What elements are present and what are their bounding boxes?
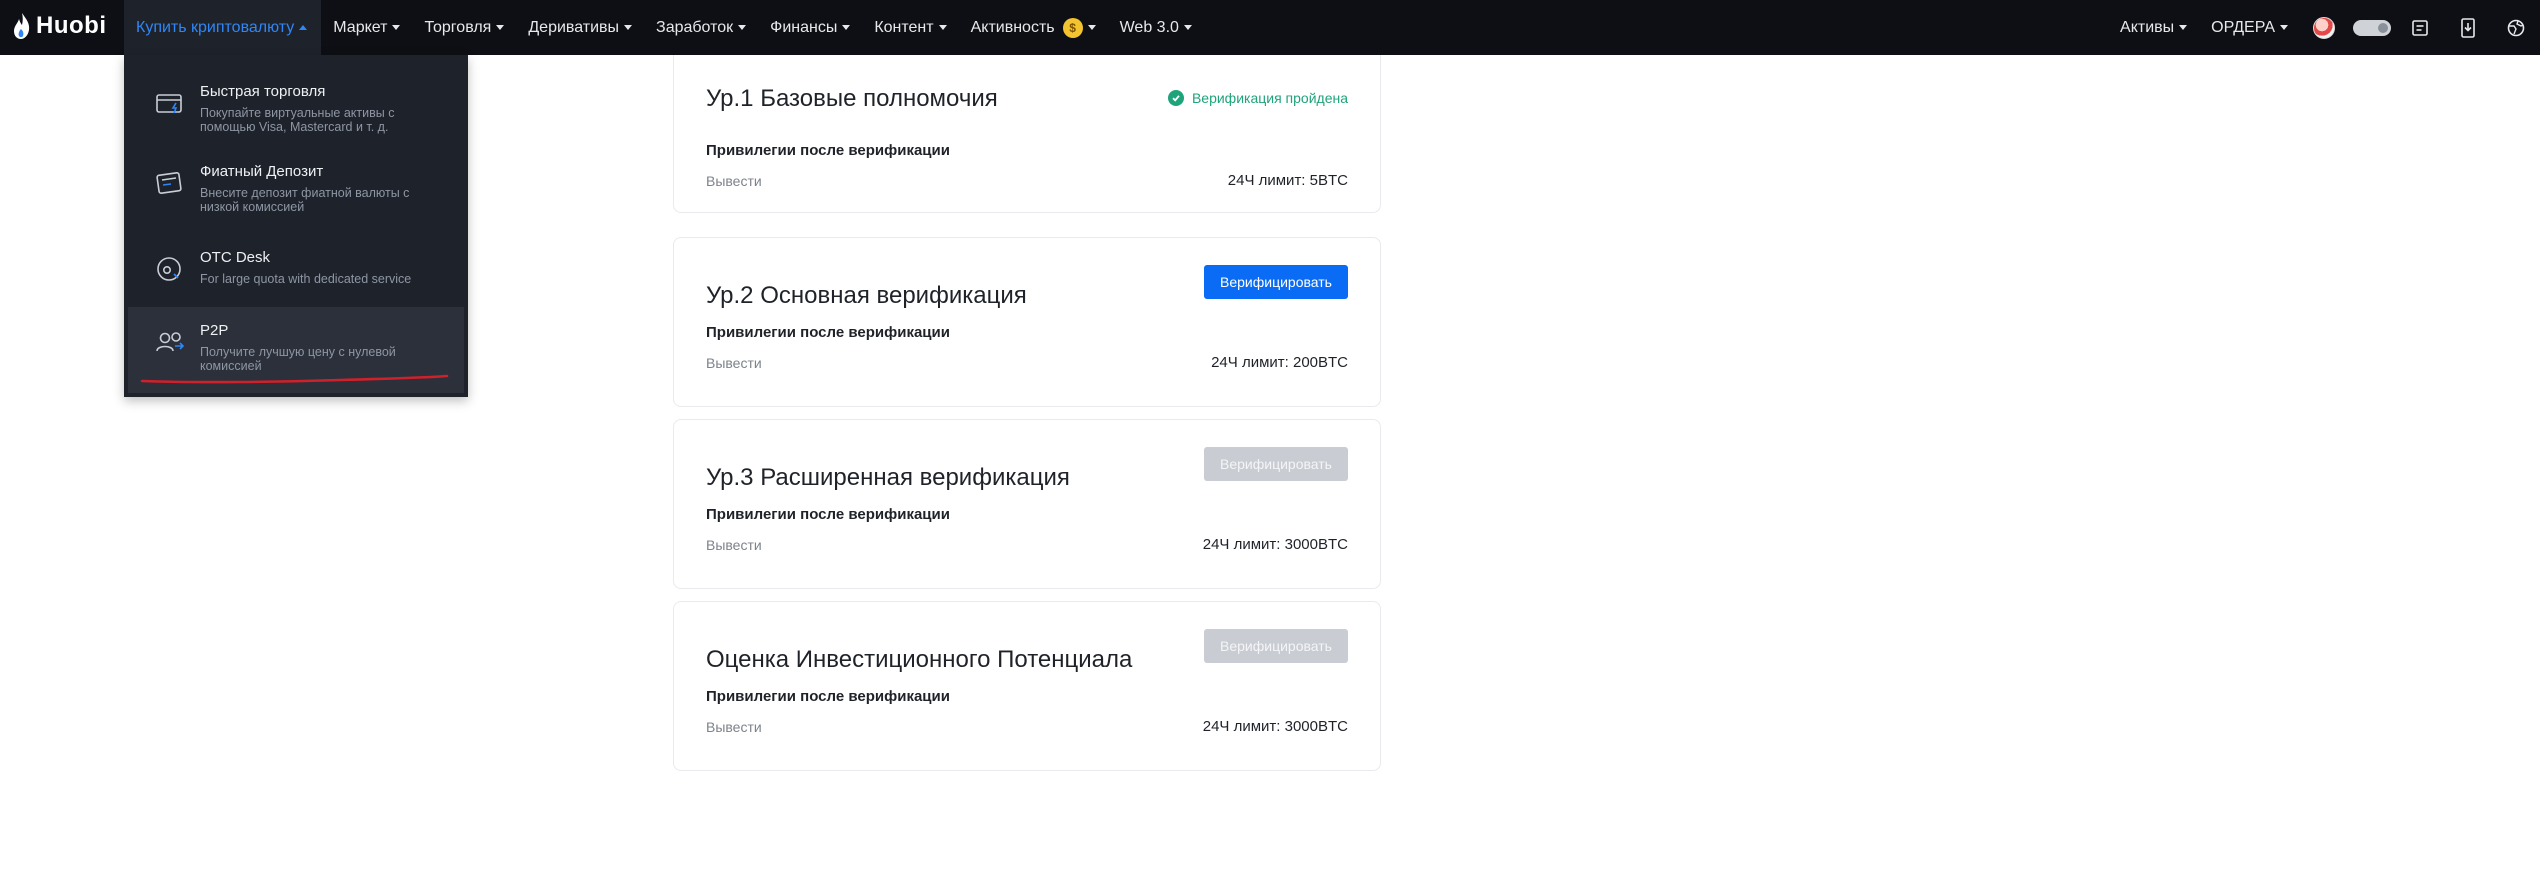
brand-name: Huobi bbox=[36, 12, 107, 39]
menu-label: Купить криптовалюту bbox=[136, 18, 295, 36]
menu-trade[interactable]: Торговля bbox=[412, 0, 516, 55]
language-button[interactable] bbox=[2492, 0, 2540, 55]
card-title: Ур.1 Базовые полномочия bbox=[706, 85, 998, 112]
dropdown-item-desc: Внесите депозит фиатной валюты с низкой … bbox=[200, 186, 410, 214]
card-subtitle: Привилегии после верификации bbox=[706, 142, 950, 159]
verification-card-level-3: Ур.3 Расширенная верификация Верифициров… bbox=[673, 419, 1381, 589]
verification-status: Верификация пройдена bbox=[1167, 90, 1348, 106]
menu-label: Маркет bbox=[333, 18, 388, 36]
chevron-down-icon bbox=[938, 25, 947, 30]
chevron-down-icon bbox=[2179, 25, 2188, 30]
notifications-button[interactable] bbox=[2396, 0, 2444, 55]
chevron-up-icon bbox=[299, 25, 308, 30]
menu-finance[interactable]: Финансы bbox=[758, 0, 862, 55]
limit-value: 24Ч лимит: 3000BTC bbox=[1202, 718, 1348, 735]
red-underline-annotation bbox=[140, 374, 449, 384]
menu-label: Web 3.0 bbox=[1119, 18, 1179, 36]
dropdown-item-quick-trade[interactable]: Быстрая торговля Покупайте виртуальные а… bbox=[124, 83, 468, 134]
huobi-logo[interactable]: Huobi bbox=[12, 11, 106, 41]
check-circle-icon bbox=[1167, 90, 1184, 106]
user-avatar[interactable] bbox=[2300, 0, 2348, 55]
toggle-icon bbox=[2353, 19, 2391, 36]
limit-value: 24Ч лимит: 3000BTC bbox=[1202, 536, 1348, 553]
menu-market[interactable]: Маркет bbox=[321, 0, 412, 55]
dropdown-item-title: P2P bbox=[200, 322, 229, 339]
chevron-down-icon bbox=[1183, 25, 1192, 30]
chevron-down-icon bbox=[1087, 25, 1096, 30]
chevron-down-icon bbox=[738, 25, 747, 30]
card-subtitle: Привилегии после верификации bbox=[706, 324, 950, 341]
verification-card-level-2: Ур.2 Основная верификация Верифицировать… bbox=[673, 237, 1381, 407]
top-navigation: Huobi Купить криптовалюту Маркет Торговл… bbox=[0, 0, 2540, 55]
chevron-down-icon bbox=[2280, 25, 2288, 30]
message-icon bbox=[2412, 19, 2428, 36]
card-lightning-icon bbox=[156, 94, 182, 114]
dropdown-item-title: Фиатный Депозит bbox=[200, 163, 324, 180]
withdraw-label: Вывести bbox=[706, 719, 762, 735]
theme-toggle[interactable] bbox=[2348, 0, 2396, 55]
menu-earn[interactable]: Заработок bbox=[644, 0, 758, 55]
verify-button-disabled[interactable]: Верифицировать bbox=[1204, 447, 1348, 481]
mobile-download-icon bbox=[2461, 17, 2475, 38]
verification-card-level-1: Ур.1 Базовые полномочия Верификация прой… bbox=[673, 55, 1381, 213]
buy-crypto-dropdown: Быстрая торговля Покупайте виртуальные а… bbox=[124, 55, 468, 397]
dropdown-item-title: Быстрая торговля bbox=[200, 83, 326, 100]
verify-button[interactable]: Верифицировать bbox=[1204, 265, 1348, 299]
chevron-down-icon bbox=[496, 25, 505, 30]
card-subtitle: Привилегии после верификации bbox=[706, 688, 950, 705]
dropdown-item-otc-desk[interactable]: OTC Desk For large quota with dedicated … bbox=[124, 249, 468, 286]
dropdown-item-fiat-deposit[interactable]: Фиатный Депозит Внесите депозит фиатной … bbox=[124, 163, 468, 214]
card-title: Ур.3 Расширенная верификация bbox=[706, 464, 1070, 491]
status-text: Верификация пройдена bbox=[1191, 90, 1348, 106]
menu-content[interactable]: Контент bbox=[862, 0, 958, 55]
menu-label: Активность bbox=[970, 18, 1055, 36]
menu-label: Финансы bbox=[770, 18, 838, 36]
withdraw-label: Вывести bbox=[706, 173, 762, 189]
dropdown-item-title: OTC Desk bbox=[200, 249, 271, 266]
chevron-down-icon bbox=[842, 25, 851, 30]
verification-card-investment: Оценка Инвестиционного Потенциала Верифи… bbox=[673, 601, 1381, 771]
menu-label: Контент bbox=[874, 18, 934, 36]
flame-logo-icon bbox=[14, 13, 30, 39]
dropdown-item-desc: Покупайте виртуальные активы с помощью V… bbox=[200, 106, 395, 134]
menu-orders[interactable]: ОРДЕРА bbox=[2199, 0, 2300, 55]
menu-label: ОРДЕРА bbox=[2211, 18, 2275, 36]
menu-label: Заработок bbox=[656, 18, 734, 36]
verify-button-disabled[interactable]: Верифицировать bbox=[1204, 629, 1348, 663]
dropdown-item-desc: For large quota with dedicated service bbox=[200, 272, 412, 286]
limit-value: 24Ч лимит: 200BTC bbox=[1211, 354, 1348, 371]
menu-label: Деривативы bbox=[528, 18, 620, 36]
withdraw-label: Вывести bbox=[706, 537, 762, 553]
card-title: Оценка Инвестиционного Потенциала bbox=[706, 646, 1133, 673]
menu-label: Торговля bbox=[424, 18, 492, 36]
dropdown-item-desc: Получите лучшую цену с нулевой комиссией bbox=[200, 345, 396, 373]
download-button[interactable] bbox=[2444, 0, 2492, 55]
card-title: Ур.2 Основная верификация bbox=[706, 282, 1027, 309]
avatar bbox=[2313, 16, 2335, 39]
right-navigation: Активы ОРДЕРА bbox=[2108, 0, 2540, 55]
menu-derivatives[interactable]: Деривативы bbox=[516, 0, 644, 55]
menu-buy-crypto[interactable]: Купить криптовалюту bbox=[124, 0, 322, 55]
globe-icon bbox=[2507, 19, 2525, 36]
card-subtitle: Привилегии после верификации bbox=[706, 506, 950, 523]
main-menu: Купить криптовалюту Маркет Торговля Дери… bbox=[124, 0, 1204, 55]
coin-badge-icon: $ bbox=[1062, 17, 1083, 38]
limit-value: 24Ч лимит: 5BTC bbox=[1227, 172, 1348, 189]
menu-label: Активы bbox=[2120, 18, 2175, 36]
deposit-card-icon bbox=[156, 172, 182, 194]
menu-assets[interactable]: Активы bbox=[2108, 0, 2199, 55]
chevron-down-icon bbox=[624, 25, 633, 30]
menu-activity[interactable]: Активность $ bbox=[959, 0, 1108, 55]
menu-web3[interactable]: Web 3.0 bbox=[1108, 0, 1204, 55]
chevron-down-icon bbox=[392, 25, 401, 30]
p2p-users-icon bbox=[156, 332, 185, 352]
withdraw-label: Вывести bbox=[706, 355, 762, 371]
otc-icon bbox=[157, 257, 181, 281]
